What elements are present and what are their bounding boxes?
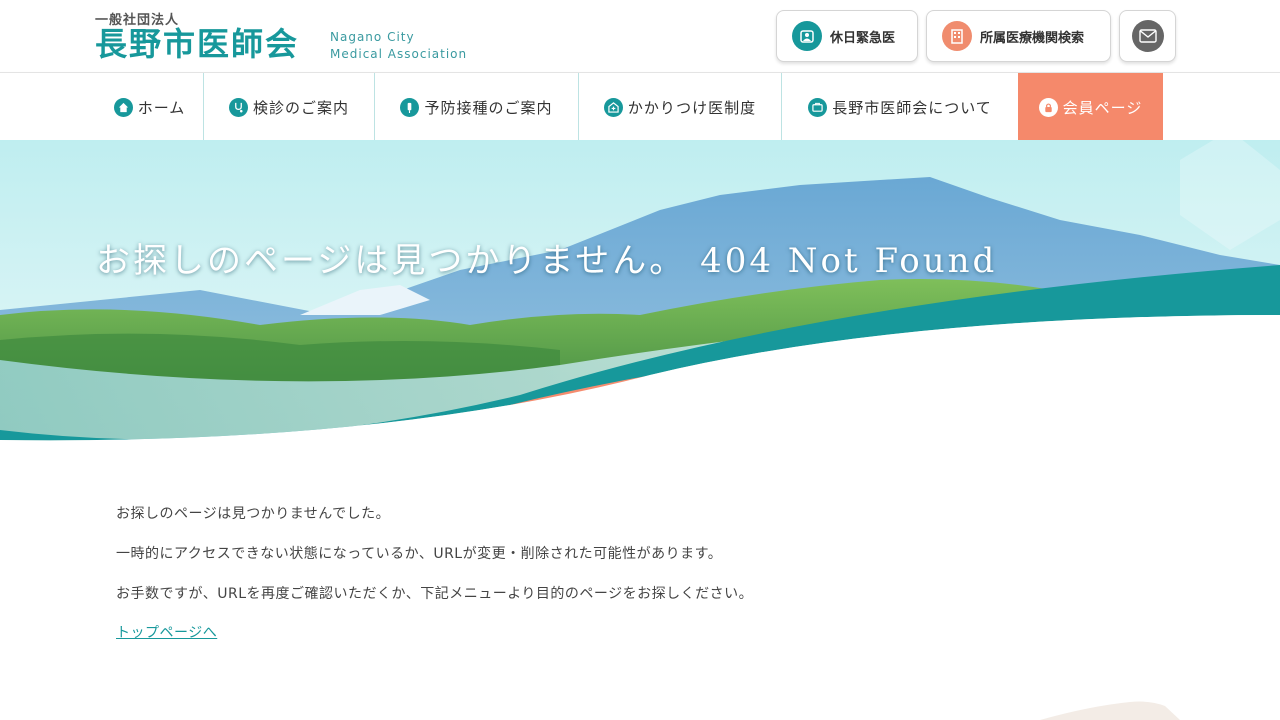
holiday-emergency-button[interactable]: 休日緊急医 [776,10,918,62]
nav-family-doctor-label: かかりつけ医制度 [627,98,757,117]
building-icon [942,21,972,51]
nav-vaccination-label: 予防接種のご案内 [424,98,553,117]
top-page-link[interactable]: トップページへ [116,625,217,641]
site-header: 一般社団法人 長野市医師会 Nagano City Medical Associ… [0,0,1280,72]
message-line-1: お探しのページは見つかりませんでした。 [116,506,391,522]
site-logo[interactable]: 一般社団法人 長野市医師会 Nagano City Medical Associ… [95,9,475,65]
nav-family-doctor[interactable]: かかりつけ医制度 [579,73,781,141]
logo-title: 長野市医師会 [95,25,300,63]
nav-about-label: 長野市医師会について [832,98,992,117]
logo-english-line1: Nagano City [330,30,415,44]
vaccine-icon [400,97,420,117]
hero-landscape-image [0,140,1280,450]
nav-member-page[interactable]: 会員ページ [1018,73,1163,141]
clinic-search-label: 所属医療機関検索 [980,30,1085,46]
info-icon [808,97,828,117]
nav-home-label: ホーム [137,98,186,117]
main-content: お探しのページは見つかりませんでした。 一時的にアクセスできない状態になっている… [116,502,1116,642]
hero-banner: お探しのページは見つかりません。 404 Not Found [0,140,1280,450]
lock-icon [1038,97,1058,117]
logo-english-line2: Medical Association [330,47,468,61]
home-icon [113,97,133,117]
clinic-search-button[interactable]: 所属医療機関検索 [926,10,1111,62]
nav-home[interactable]: ホーム [96,73,203,141]
mail-button[interactable] [1119,10,1176,62]
holiday-emergency-label: 休日緊急医 [830,30,896,46]
nav-checkup-label: 検診のご案内 [252,98,349,117]
message-line-2: 一時的にアクセスできない状態になっているか、URLが変更・削除された可能性があり… [116,546,723,562]
stethoscope-icon [228,97,248,117]
page-title: お探しのページは見つかりません。 404 Not Found [96,241,998,281]
message-line-3: お手数ですが、URLを再度ご確認いただくか、下記メニューより目的のページをお探し… [116,586,754,602]
footer-decoration [1040,701,1180,720]
mail-icon [1131,20,1164,52]
logo-english: Nagano City Medical Association [330,29,467,63]
clinic-icon [603,97,623,117]
nav-vaccination[interactable]: 予防接種のご案内 [375,73,578,141]
nav-about[interactable]: 長野市医師会について [782,73,1018,141]
main-nav: ホーム 検診のご案内 予防接種のご案内 かかりつけ医制度 長野市医師会について … [0,72,1280,141]
nav-member-label: 会員ページ [1062,98,1143,117]
doctor-icon [792,21,822,51]
nav-checkup[interactable]: 検診のご案内 [204,73,374,141]
